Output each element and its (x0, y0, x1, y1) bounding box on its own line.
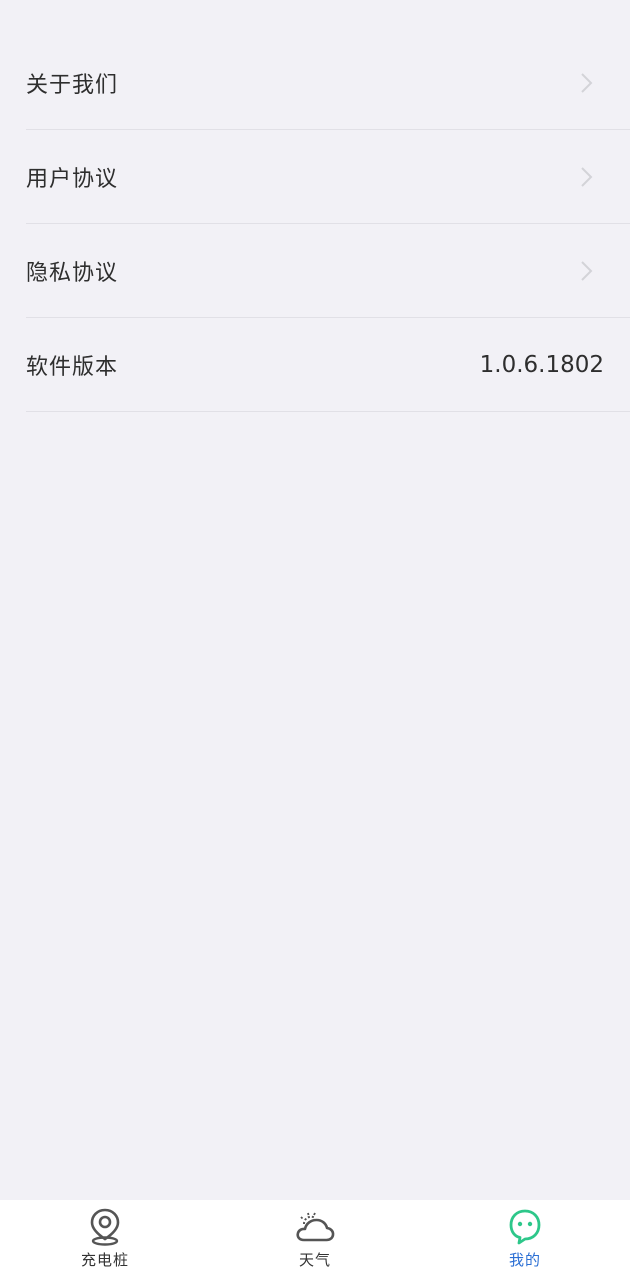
bottom-tab-bar: 充电桩 天气 我的 (0, 1200, 630, 1280)
user-agreement-label: 用户协议 (26, 166, 119, 192)
about-us-item[interactable]: 关于我们 (26, 36, 630, 130)
tab-weather[interactable]: 天气 (210, 1200, 420, 1280)
profile-page: 关于我们 用户协议 隐私协议 软件版本 1.0.6.1802 充电桩 天气 我的 (0, 0, 630, 1280)
tab-mine[interactable]: 我的 (420, 1200, 630, 1280)
about-us-label: 关于我们 (26, 72, 119, 98)
weather-cloud-icon (296, 1212, 335, 1242)
software-version-value: 1.0.6.1802 (479, 351, 604, 378)
chevron-right-icon (581, 166, 593, 187)
settings-list: 关于我们 用户协议 隐私协议 软件版本 1.0.6.1802 (0, 36, 630, 412)
tab-weather-label: 天气 (298, 1251, 331, 1269)
tab-mine-label: 我的 (508, 1251, 541, 1269)
tab-charging-pile-label: 充电桩 (80, 1251, 129, 1269)
software-version-item: 软件版本 1.0.6.1802 (26, 318, 630, 412)
chevron-right-icon (581, 260, 593, 281)
location-pin-icon (90, 1208, 120, 1246)
user-agreement-item[interactable]: 用户协议 (26, 130, 630, 224)
software-version-label: 软件版本 (26, 354, 119, 380)
privacy-policy-label: 隐私协议 (26, 260, 119, 286)
profile-face-icon (509, 1209, 541, 1245)
privacy-policy-item[interactable]: 隐私协议 (26, 224, 630, 318)
tab-charging-pile[interactable]: 充电桩 (0, 1200, 210, 1280)
chevron-right-icon (581, 72, 593, 93)
